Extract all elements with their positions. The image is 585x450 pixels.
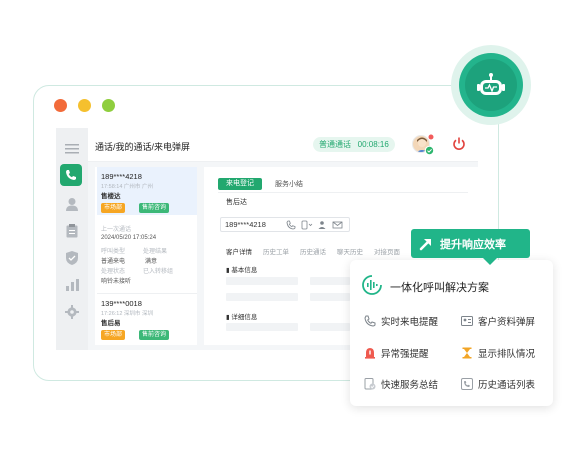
section-detail-info: ▮ 详细信息 xyxy=(226,314,258,321)
close-dot[interactable] xyxy=(54,99,67,112)
section-basic-info: ▮ 基本信息 xyxy=(226,267,258,274)
arrow-up-right-icon xyxy=(419,238,431,250)
tag-category: 售前咨询 xyxy=(139,203,170,213)
feature-item: 快速服务总结 xyxy=(364,377,438,391)
history-row: 响铃未接听 xyxy=(101,279,132,285)
banner-pointer xyxy=(483,258,497,265)
contact-action-icons xyxy=(286,220,343,230)
placeholder-bar xyxy=(310,277,350,285)
feature-item: 异常强提醒 xyxy=(364,346,429,360)
feature-item: 显示排队情况 xyxy=(461,346,535,360)
minimize-dot[interactable] xyxy=(78,99,91,112)
clipboard-icon[interactable] xyxy=(64,223,80,239)
call-meta: 17:58:14 广州市 广州 xyxy=(101,184,153,190)
settings-icon[interactable] xyxy=(64,304,80,320)
placeholder-bar xyxy=(226,293,298,301)
placeholder-bar xyxy=(226,277,298,285)
subtab-connected-page[interactable]: 对接页面 xyxy=(374,246,400,256)
banner-label: 提升响应效率 xyxy=(440,238,506,251)
history-row: 普通来电 满意 xyxy=(101,259,158,265)
contact-icon[interactable] xyxy=(64,196,80,212)
online-status-icon xyxy=(425,146,434,155)
tag-department: 市场部 xyxy=(101,330,126,340)
history-heading: 上一次通话 xyxy=(101,227,132,233)
doc-check-icon xyxy=(364,378,376,390)
tab-divider xyxy=(218,192,468,193)
chart-icon[interactable] xyxy=(64,277,80,293)
phone-icon[interactable] xyxy=(60,164,82,186)
caller-name: 售后易 xyxy=(101,320,121,327)
id-card-icon xyxy=(461,315,473,327)
feature-item: 实时来电提醒 xyxy=(364,314,438,328)
company-name: 售后达 xyxy=(226,199,247,206)
call-status-pill: 普通通话 00:08:16 xyxy=(313,137,395,152)
call-type: 普通通话 xyxy=(319,140,351,149)
history-row: 处理状态 已入转移组 xyxy=(101,269,174,275)
subtab-history-tickets[interactable]: 历史工单 xyxy=(263,246,289,256)
divider xyxy=(97,293,197,294)
feature-item: 客户资料弹屏 xyxy=(461,314,535,328)
call-card[interactable]: 139****0018 17:26:12 深圳市 深圳 售后易 市场部 售前咨询 xyxy=(97,296,197,346)
caller-name: 售楼达 xyxy=(101,193,121,200)
call-number: 189****4218 xyxy=(101,172,142,181)
robot-icon xyxy=(477,73,505,95)
placeholder-bar xyxy=(310,323,350,331)
history-row: 呼叫类型 处理结果 xyxy=(101,249,168,255)
call-meta: 17:26:12 深圳市 深圳 xyxy=(101,311,153,317)
breadcrumb: 通话/我的通话/来电弹屏 xyxy=(95,142,191,152)
maximize-dot[interactable] xyxy=(102,99,115,112)
feature-item: 历史通话列表 xyxy=(461,377,535,391)
menu-icon[interactable] xyxy=(64,141,80,157)
phone-number: 189****4218 xyxy=(225,220,266,229)
alarm-icon xyxy=(364,347,376,359)
shield-icon[interactable] xyxy=(64,250,80,266)
tag-department: 市场部 xyxy=(101,203,126,213)
subtab-customer-details[interactable]: 客户详情 xyxy=(226,246,252,256)
placeholder-bar xyxy=(226,323,298,331)
notification-dot xyxy=(428,134,434,140)
call-history-icon xyxy=(461,378,473,390)
tab-registration[interactable]: 来电登记 xyxy=(218,178,262,190)
features-title: 一体化呼叫解决方案 xyxy=(390,282,489,294)
efficiency-banner: 提升响应效率 xyxy=(411,229,530,258)
tab-service-summary[interactable]: 服务小结 xyxy=(275,179,303,189)
call-timer: 00:08:16 xyxy=(357,140,389,149)
history-datetime: 2024/05/20 17:05:24 xyxy=(101,235,157,241)
window-controls xyxy=(54,99,115,112)
sound-wave-icon xyxy=(362,275,382,295)
call-number: 139****0018 xyxy=(101,299,142,308)
subtab-chat-history[interactable]: 聊天历史 xyxy=(337,246,363,256)
robot-badge xyxy=(451,45,531,125)
placeholder-bar xyxy=(310,293,350,301)
hourglass-icon xyxy=(461,347,473,359)
subtab-history-calls[interactable]: 历史通话 xyxy=(300,246,326,256)
phone-bell-icon xyxy=(364,315,376,327)
tag-category: 售前咨询 xyxy=(139,330,170,340)
power-icon[interactable] xyxy=(452,137,466,151)
call-card[interactable]: 189****4218 17:58:14 广州市 广州 售楼达 市场部 售前咨询 xyxy=(97,167,197,215)
